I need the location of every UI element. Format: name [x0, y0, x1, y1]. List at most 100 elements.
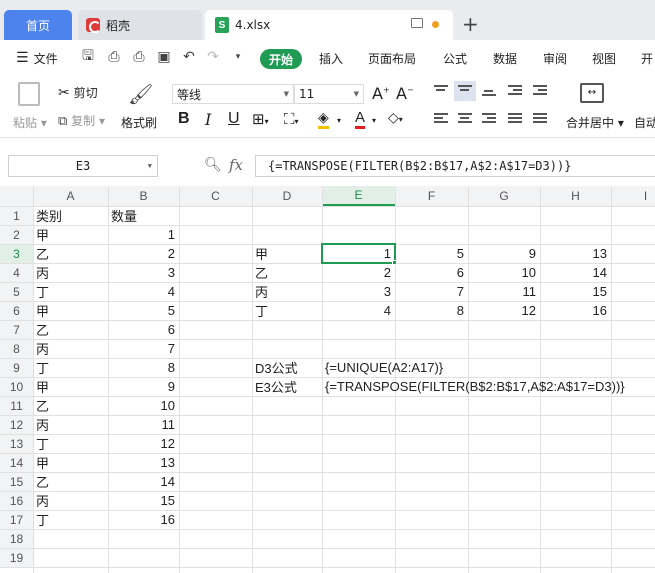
- cell-b3[interactable]: 2: [108, 244, 179, 263]
- fill-handle[interactable]: [392, 260, 397, 265]
- format-painter-button[interactable]: 格式刷: [121, 114, 157, 131]
- row-header-2[interactable]: 2: [0, 225, 33, 244]
- cell-d5[interactable]: 丙: [252, 282, 322, 301]
- font-color-chevron-down-icon[interactable]: ▾: [372, 116, 376, 125]
- cell-h6[interactable]: 16: [540, 301, 611, 320]
- cell-e6[interactable]: 4: [322, 301, 395, 320]
- row-header-18[interactable]: 18: [0, 529, 33, 548]
- cell-b6[interactable]: 5: [108, 301, 179, 320]
- row-header-13[interactable]: 13: [0, 434, 33, 453]
- tab-home[interactable]: 首页: [4, 10, 72, 40]
- row-header-4[interactable]: 4: [0, 263, 33, 282]
- column-header-d[interactable]: D: [252, 186, 322, 206]
- align-bottom-icon[interactable]: [482, 90, 496, 102]
- cell-g5[interactable]: 11: [468, 282, 540, 301]
- auto-wrap-button[interactable]: 自动: [634, 114, 655, 131]
- justify-icon[interactable]: [508, 113, 522, 125]
- tab-file[interactable]: S 4.xlsx: [205, 10, 453, 40]
- copy-button[interactable]: ⧉ 复制 ▾: [58, 112, 105, 129]
- cell-d6[interactable]: 丁: [252, 301, 322, 320]
- cell-b12[interactable]: 11: [108, 415, 179, 434]
- undo-icon[interactable]: ↶: [181, 49, 197, 65]
- row-header-12[interactable]: 12: [0, 415, 33, 434]
- font-color-icon[interactable]: A: [355, 110, 366, 129]
- decrease-font-icon[interactable]: A−: [396, 84, 414, 103]
- cell-b8[interactable]: 7: [108, 339, 179, 358]
- cut-button[interactable]: ✂ 剪切: [58, 84, 98, 101]
- row-header-16[interactable]: 16: [0, 491, 33, 510]
- row-header-17[interactable]: 17: [0, 510, 33, 529]
- cell-b17[interactable]: 16: [108, 510, 179, 529]
- cell-h4[interactable]: 14: [540, 263, 611, 282]
- cell-a10[interactable]: 甲: [33, 377, 108, 396]
- cell-a17[interactable]: 丁: [33, 510, 108, 529]
- cell-f3[interactable]: 5: [395, 244, 468, 263]
- distributed-icon[interactable]: [533, 113, 547, 125]
- clear-format-icon[interactable]: ◇▾: [388, 110, 403, 126]
- save-icon[interactable]: 🖫: [80, 48, 96, 65]
- column-header-i[interactable]: I: [611, 186, 655, 206]
- select-all-corner[interactable]: [0, 186, 33, 206]
- fill-color-icon[interactable]: ◈: [318, 110, 329, 129]
- align-right-icon[interactable]: [482, 113, 496, 125]
- redo-icon[interactable]: ↷: [205, 49, 221, 65]
- cell-b9[interactable]: 8: [108, 358, 179, 377]
- increase-font-icon[interactable]: A+: [372, 84, 390, 103]
- name-box[interactable]: E3 ▼: [8, 155, 158, 177]
- cell-a16[interactable]: 丙: [33, 491, 108, 510]
- paste-clipboard-icon[interactable]: [18, 82, 40, 106]
- row-header-7[interactable]: 7: [0, 320, 33, 339]
- cell-d10[interactable]: E3公式: [252, 377, 322, 396]
- row-header-10[interactable]: 10: [0, 377, 33, 396]
- column-header-f[interactable]: F: [395, 186, 468, 206]
- menu-insert[interactable]: 插入: [319, 40, 343, 76]
- cell-b2[interactable]: 1: [108, 225, 179, 244]
- font-size-select[interactable]: 11 ▼: [294, 84, 364, 104]
- cell-b15[interactable]: 14: [108, 472, 179, 491]
- cell-b13[interactable]: 12: [108, 434, 179, 453]
- row-header-9[interactable]: 9: [0, 358, 33, 377]
- cell-e5[interactable]: 3: [322, 282, 395, 301]
- menu-more[interactable]: 开: [641, 40, 653, 76]
- indent-decrease-icon[interactable]: [508, 85, 522, 97]
- cell-style-icon[interactable]: ⛶▾: [284, 110, 299, 128]
- tab-docer[interactable]: 稻壳: [78, 10, 202, 40]
- cell-a14[interactable]: 甲: [33, 453, 108, 472]
- column-header-g[interactable]: G: [468, 186, 540, 206]
- row-header-15[interactable]: 15: [0, 472, 33, 491]
- customize-chevron-down-icon[interactable]: ▾: [230, 49, 246, 65]
- menu-review[interactable]: 审阅: [543, 40, 567, 76]
- row-header-19[interactable]: 19: [0, 548, 33, 567]
- menu-view[interactable]: 视图: [592, 40, 616, 76]
- cell-e10[interactable]: {=TRANSPOSE(FILTER(B$2:B$17,A$2:A$17=D3)…: [322, 377, 625, 396]
- cell-e4[interactable]: 2: [322, 263, 395, 282]
- spreadsheet-grid[interactable]: A B C D E F G H I 1 2 3 4 5 6 7 8 9 10 11 12 13 14 15 16 17 18 19 类别…: [0, 186, 655, 573]
- cell-a7[interactable]: 乙: [33, 320, 108, 339]
- borders-icon[interactable]: ⊞▾: [252, 110, 269, 128]
- align-middle-icon[interactable]: [454, 81, 476, 101]
- cell-f5[interactable]: 7: [395, 282, 468, 301]
- row-header-1[interactable]: 1: [0, 206, 33, 225]
- column-header-c[interactable]: C: [179, 186, 252, 206]
- align-top-icon[interactable]: [434, 85, 448, 97]
- new-tab-plus-icon[interactable]: +: [462, 12, 479, 36]
- formula-input[interactable]: {=TRANSPOSE(FILTER(B$2:B$17,A$2:A$17=D3)…: [255, 155, 655, 177]
- cell-a2[interactable]: 甲: [33, 225, 108, 244]
- cell-b1[interactable]: 数量: [108, 206, 179, 225]
- paste-button[interactable]: 粘贴 ▾: [13, 114, 47, 131]
- cell-f4[interactable]: 6: [395, 263, 468, 282]
- cell-a4[interactable]: 丙: [33, 263, 108, 282]
- cell-a6[interactable]: 甲: [33, 301, 108, 320]
- font-name-select[interactable]: 等线 ▼: [172, 84, 294, 104]
- underline-icon[interactable]: U: [228, 110, 240, 128]
- cell-a15[interactable]: 乙: [33, 472, 108, 491]
- indent-increase-icon[interactable]: [533, 85, 547, 97]
- menu-data[interactable]: 数据: [493, 40, 517, 76]
- column-header-h[interactable]: H: [540, 186, 611, 206]
- cell-h3[interactable]: 13: [540, 244, 611, 263]
- menu-formulas[interactable]: 公式: [443, 40, 467, 76]
- cell-b16[interactable]: 15: [108, 491, 179, 510]
- menu-start[interactable]: 开始: [260, 49, 302, 69]
- cell-g6[interactable]: 12: [468, 301, 540, 320]
- export-pdf-icon[interactable]: ⎙: [106, 49, 122, 65]
